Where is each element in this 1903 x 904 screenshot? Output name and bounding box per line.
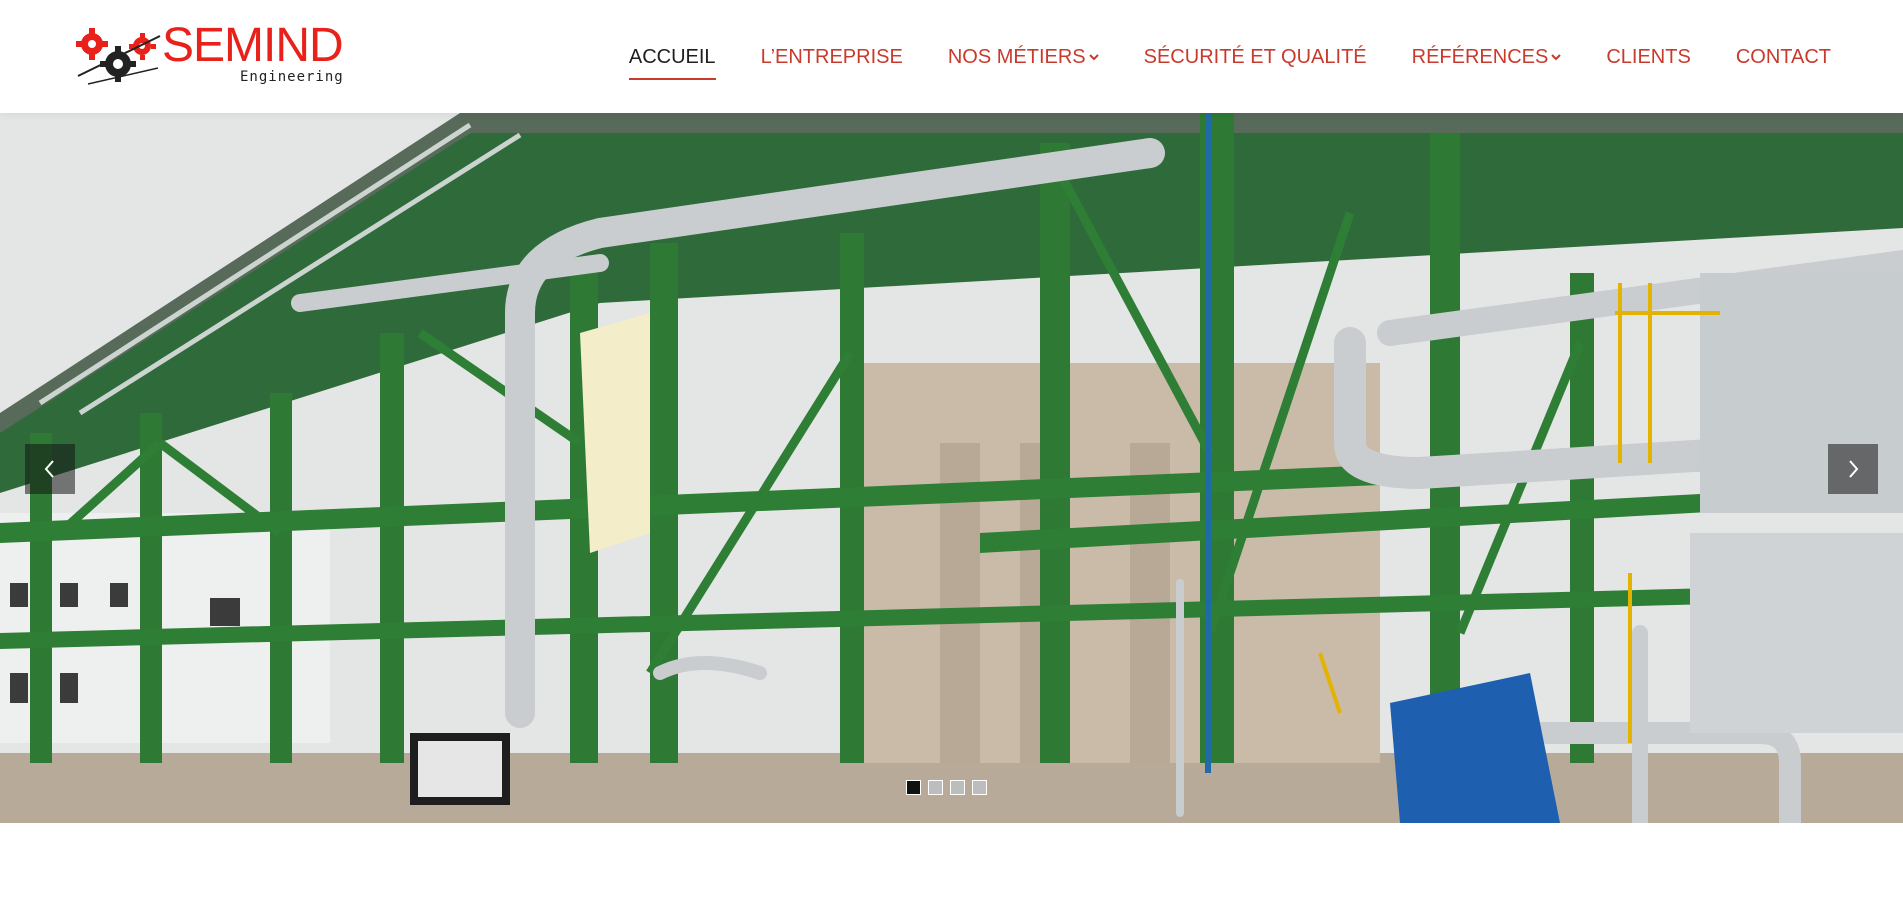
- main-nav: ACCUEIL L’ENTREPRISE NOS MÉTIERS SÉCURIT…: [584, 44, 1831, 80]
- chevron-left-icon: [44, 460, 54, 478]
- nav-item-clients[interactable]: CLIENTS: [1606, 46, 1690, 69]
- logo[interactable]: SEMIND Engineering: [70, 19, 350, 90]
- nav-label: CLIENTS: [1606, 45, 1691, 68]
- chevron-right-icon: [1849, 460, 1859, 478]
- nav-label: RÉFÉRENCES: [1411, 45, 1549, 68]
- slider-dot-3[interactable]: [950, 780, 965, 795]
- site-header: SEMIND Engineering ACCUEIL L’ENTREPRISE …: [0, 0, 1903, 113]
- slider-dot-1[interactable]: [906, 780, 921, 795]
- nav-item-accueil[interactable]: ACCUEIL: [628, 45, 716, 80]
- chevron-down-icon: [1088, 52, 1099, 62]
- nav-item-references[interactable]: RÉFÉRENCES: [1412, 46, 1562, 69]
- slider-next-button[interactable]: [1828, 444, 1878, 494]
- nav-item-contact[interactable]: CONTACT: [1736, 46, 1831, 69]
- nav-label: CONTACT: [1735, 45, 1831, 68]
- nav-label: L’ENTREPRISE: [760, 45, 903, 68]
- slider-dot-4[interactable]: [972, 780, 987, 795]
- nav-item-metiers[interactable]: NOS MÉTIERS: [948, 46, 1099, 69]
- chevron-down-icon: [1551, 52, 1562, 62]
- nav-label: NOS MÉTIERS: [947, 45, 1086, 68]
- hero-slider: [0, 113, 1903, 823]
- nav-label: ACCUEIL: [628, 45, 716, 68]
- nav-item-entreprise[interactable]: L’ENTREPRISE: [761, 46, 903, 69]
- logo-tagline: Engineering: [240, 69, 344, 85]
- slider-prev-button[interactable]: [25, 444, 75, 494]
- logo-wordmark: SEMIND: [162, 19, 344, 72]
- nav-item-securite-qualite[interactable]: SÉCURITÉ ET QUALITÉ: [1144, 46, 1367, 69]
- industrial-plant-image: [0, 113, 1903, 823]
- gears-icon: [76, 28, 161, 85]
- slider-pagination: [906, 780, 987, 795]
- nav-label: SÉCURITÉ ET QUALITÉ: [1143, 45, 1367, 68]
- slider-dot-2[interactable]: [928, 780, 943, 795]
